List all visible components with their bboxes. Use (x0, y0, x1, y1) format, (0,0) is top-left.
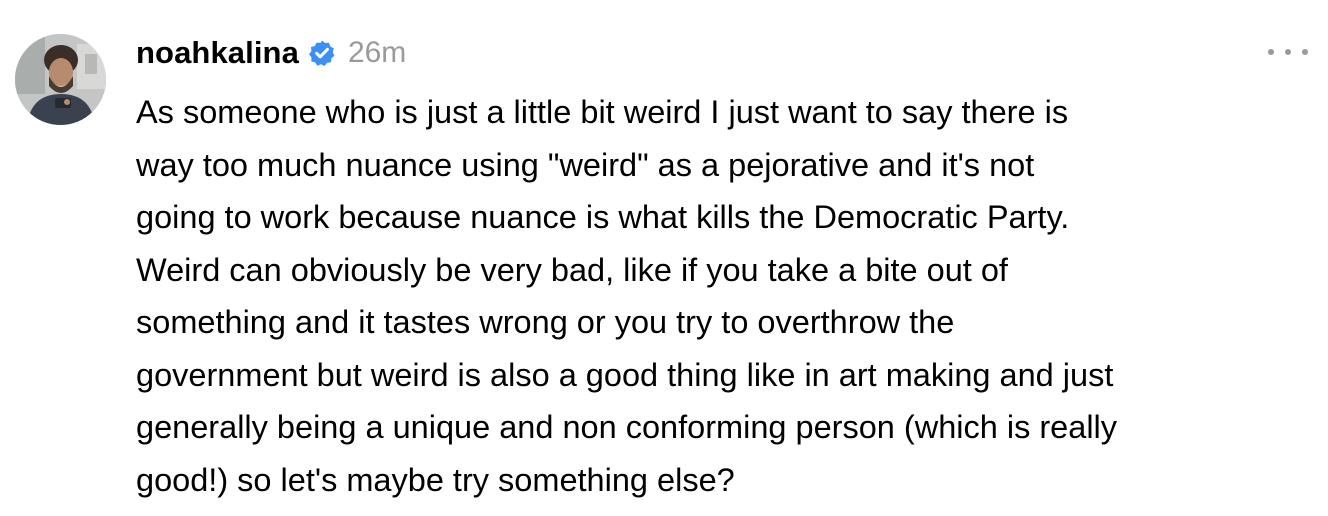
post-header: noahkalina 26m (136, 28, 406, 78)
post-body-line: As someone who is just a little bit weir… (136, 94, 1069, 130)
more-dot (1268, 49, 1274, 55)
verified-badge-icon (308, 39, 336, 67)
avatar-photo (15, 34, 106, 125)
post-body-line: Weird can obviously be very bad, like if… (136, 251, 1008, 288)
post-body-line: something and it tastes wrong or you try… (136, 304, 955, 340)
more-dot (1285, 49, 1291, 55)
post-timestamp[interactable]: 26m (348, 36, 406, 70)
more-horizontal-icon[interactable] (1268, 40, 1308, 64)
post-body-line: way too much nuance using "weird" as a p… (136, 146, 1035, 183)
post-body: As someone who is just a little bit weir… (136, 86, 1316, 506)
post-body-line: government but weird is also a good thin… (136, 356, 1114, 393)
avatar[interactable] (15, 34, 106, 125)
thread-post: noahkalina 26m As someone who is just a … (0, 0, 1328, 516)
post-body-line: going to work because nuance is what kil… (136, 199, 1070, 235)
post-body-line: generally being a unique and non conform… (136, 409, 1118, 445)
post-body-line: good!) so let's maybe try something else… (136, 461, 735, 498)
author-username[interactable]: noahkalina (136, 35, 299, 71)
more-dot (1302, 49, 1308, 55)
